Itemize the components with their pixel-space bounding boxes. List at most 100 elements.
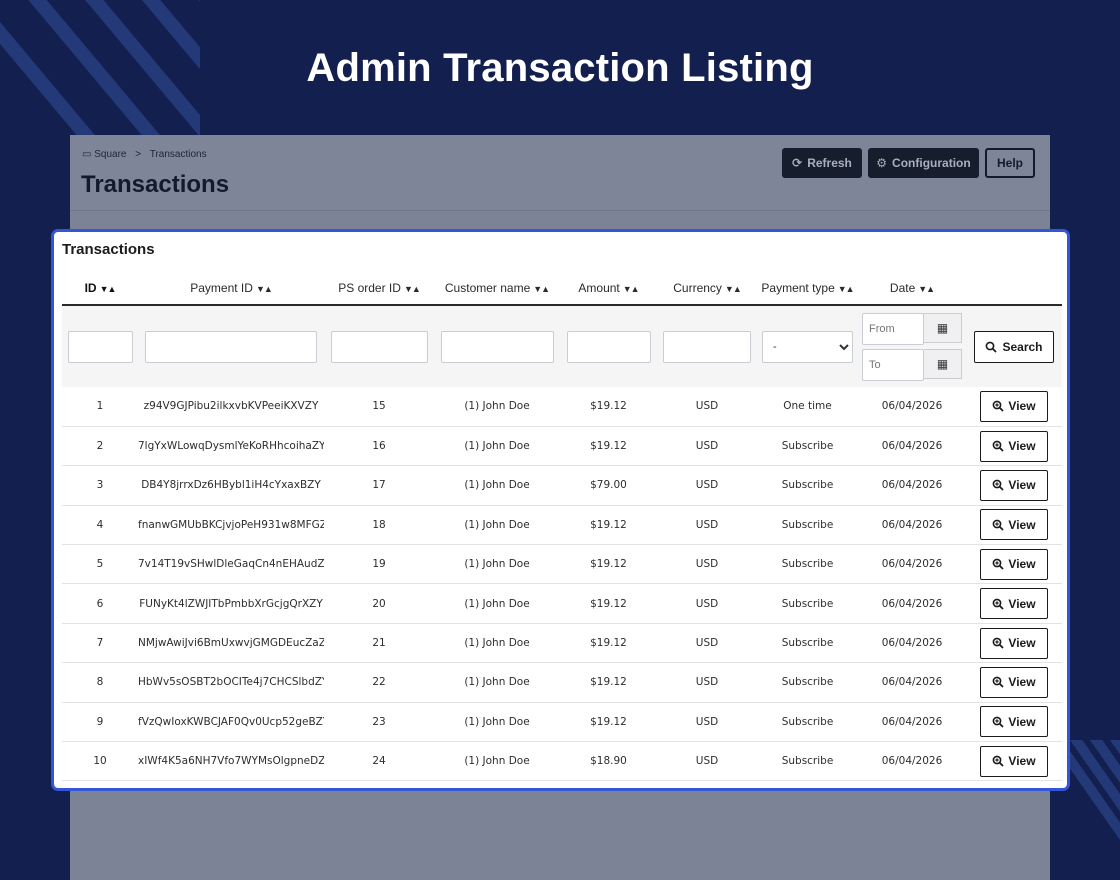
table-row: 1 z94V9GJPibu2ilkxvbKVPeeiKXVZY 15 (1) John…: [62, 387, 1062, 427]
filter-amount-input[interactable]: [566, 330, 651, 363]
cell-payment-id: fVzQwIoxKWBCJAF0Qv0Ucp52geBZY: [138, 702, 324, 743]
filter-payment-id-input[interactable]: [145, 330, 317, 363]
cell-currency: USD: [657, 623, 757, 664]
gears-icon: ⚙: [876, 156, 888, 170]
sort-icon[interactable]: ▼▲: [256, 284, 273, 294]
sort-icon[interactable]: ▼▲: [838, 284, 855, 294]
sort-icon[interactable]: ▼▲: [918, 284, 935, 294]
column-header-order-id[interactable]: PS order ID ▼▲: [324, 272, 434, 306]
refresh-label: Refresh: [807, 156, 852, 170]
cell-amount: $19.12: [560, 426, 657, 467]
admin-header: ▭ Square > Transactions Transactions ⟳ R…: [70, 135, 1050, 211]
page-title: Transactions: [81, 171, 230, 198]
view-button[interactable]: View: [980, 430, 1048, 462]
zoom-in-icon: [993, 755, 1005, 767]
cell-payment-id: 7lgYxWLowqDysmlYeKoRHhcoihaZY: [138, 426, 324, 467]
filter-customer-input[interactable]: [440, 330, 554, 363]
date-to-input[interactable]: [862, 348, 924, 381]
cell-actions: View: [966, 387, 1062, 427]
cell-payment-id: fnanwGMUbBKCjvjoPeH931w8MFGZY: [138, 505, 324, 546]
sort-icon[interactable]: ▼▲: [533, 284, 550, 294]
cell-customer: (1) John Doe: [434, 544, 560, 585]
cell-date: 06/04/2026: [858, 426, 966, 467]
date-from-input[interactable]: [862, 312, 924, 345]
view-button[interactable]: View: [980, 745, 1048, 777]
cell-id: 4: [62, 505, 138, 546]
view-label: View: [1008, 557, 1036, 572]
card-title: Transactions: [62, 241, 155, 258]
view-button[interactable]: View: [980, 469, 1048, 501]
view-label: View: [1008, 517, 1036, 532]
cell-payment-id: FUNyKt4lZWJITbPmbbXrGcjgQrXZY: [138, 583, 324, 624]
sort-icon[interactable]: ▼▲: [623, 284, 640, 294]
column-header-id[interactable]: ID ▼▲: [62, 272, 138, 306]
refresh-button[interactable]: ⟳ Refresh: [782, 148, 862, 178]
calendar-icon[interactable]: ▦: [924, 312, 962, 343]
filter-currency-input[interactable]: [663, 330, 751, 363]
cell-actions: View: [966, 505, 1062, 546]
filter-id-input[interactable]: [67, 330, 133, 363]
zoom-in-icon: [993, 677, 1005, 689]
refresh-icon: ⟳: [792, 156, 803, 170]
view-button[interactable]: View: [980, 627, 1048, 659]
cell-customer: (1) John Doe: [434, 623, 560, 664]
view-label: View: [1008, 439, 1036, 454]
cell-date: 06/04/2026: [858, 387, 966, 427]
filter-order-id-input[interactable]: [330, 330, 428, 363]
view-label: View: [1008, 754, 1036, 769]
zoom-in-icon: [993, 558, 1005, 570]
search-label: Search: [1002, 339, 1043, 354]
help-button[interactable]: Help: [985, 148, 1035, 178]
sort-icon[interactable]: ▼▲: [725, 284, 742, 294]
cell-id: 6: [62, 583, 138, 624]
cell-order-id: 22: [324, 662, 434, 703]
view-button[interactable]: View: [980, 666, 1048, 698]
cell-actions: View: [966, 741, 1062, 782]
cell-customer: (1) John Doe: [434, 583, 560, 624]
view-button[interactable]: View: [980, 390, 1048, 422]
view-label: View: [1008, 399, 1036, 414]
cell-payment-type: Subscribe: [757, 741, 858, 782]
cell-date: 06/04/2026: [858, 465, 966, 506]
cell-customer: (1) John Doe: [434, 505, 560, 546]
search-button[interactable]: Search: [974, 330, 1054, 363]
column-header-payment-id[interactable]: Payment ID ▼▲: [138, 272, 324, 306]
cell-actions: View: [966, 465, 1062, 506]
cell-currency: USD: [657, 465, 757, 506]
cell-payment-id: z94V9GJPibu2ilkxvbKVPeeiKXVZY: [138, 387, 324, 427]
view-button[interactable]: View: [980, 548, 1048, 580]
table-row: 3 DB4Y8jrrxDz6HBybl1iH4cYxaxBZY 17 (1) John…: [62, 465, 1062, 506]
column-header-date[interactable]: Date ▼▲: [858, 272, 966, 306]
cell-amount: $19.12: [560, 623, 657, 664]
table-row: 5 7v14T19vSHwlDleGaqCn4nEHAudZY 19 (1) John…: [62, 544, 1062, 585]
cell-payment-id: xIWf4K5a6NH7Vfo7WYMsOlgpneDZY: [138, 741, 324, 782]
cell-payment-type: Subscribe: [757, 465, 858, 506]
view-button[interactable]: View: [980, 706, 1048, 738]
view-label: View: [1008, 675, 1036, 690]
column-header-customer[interactable]: Customer name ▼▲: [434, 272, 560, 306]
view-button[interactable]: View: [980, 509, 1048, 541]
credit-card-icon: ▭: [82, 149, 92, 160]
zoom-in-icon: [993, 440, 1005, 452]
cell-customer: (1) John Doe: [434, 465, 560, 506]
cell-order-id: 21: [324, 623, 434, 664]
breadcrumb-root[interactable]: Square: [94, 149, 126, 160]
cell-payment-type: Subscribe: [757, 544, 858, 585]
cell-payment-type: Subscribe: [757, 505, 858, 546]
sort-icon[interactable]: ▼▲: [100, 284, 117, 294]
sort-icon[interactable]: ▼▲: [404, 284, 421, 294]
cell-customer: (1) John Doe: [434, 741, 560, 782]
column-header-amount[interactable]: Amount ▼▲: [560, 272, 657, 306]
table-row: 7 NMjwAwiJvi6BmUxwvjGMGDEucZaZY 21 (1) John…: [62, 623, 1062, 664]
view-button[interactable]: View: [980, 588, 1048, 620]
table-row: 6 FUNyKt4lZWJITbPmbbXrGcjgQrXZY 20 (1) John…: [62, 583, 1062, 624]
configuration-button[interactable]: ⚙ Configuration: [868, 148, 979, 178]
cell-payment-type: Subscribe: [757, 702, 858, 743]
column-header-currency[interactable]: Currency ▼▲: [657, 272, 757, 306]
hero-title: Admin Transaction Listing: [306, 46, 814, 90]
breadcrumb-separator: >: [135, 149, 142, 160]
cell-payment-type: Subscribe: [757, 426, 858, 467]
calendar-icon[interactable]: ▦: [924, 348, 962, 379]
column-header-payment-type[interactable]: Payment type ▼▲: [757, 272, 858, 306]
filter-payment-type-select[interactable]: -: [762, 330, 853, 363]
